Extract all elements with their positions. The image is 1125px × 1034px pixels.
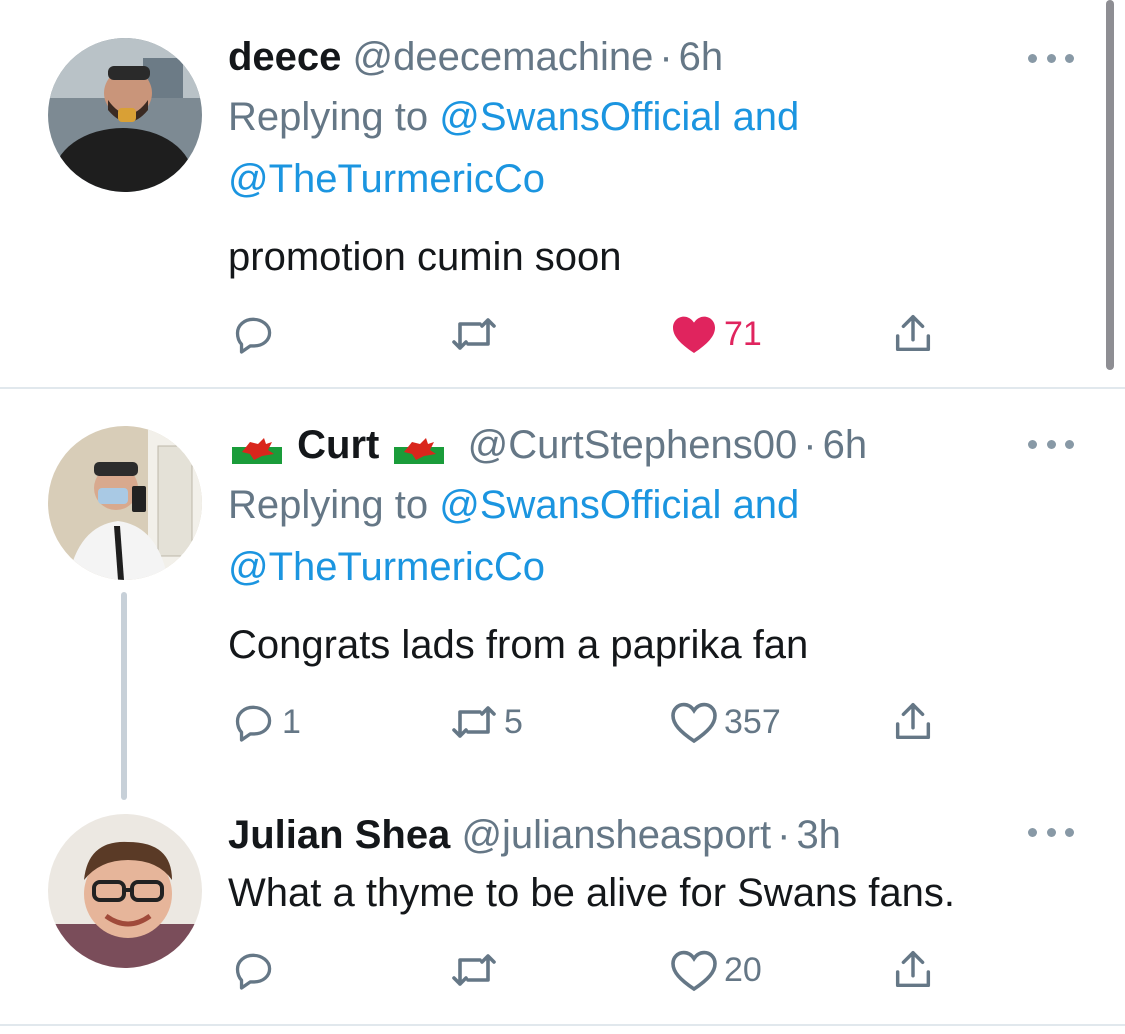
mention-theturmericco[interactable]: @TheTurmericCo xyxy=(228,157,545,201)
share-icon xyxy=(895,951,931,988)
reply-count: 1 xyxy=(282,702,301,741)
reply-icon xyxy=(235,317,272,354)
replying-and[interactable]: and xyxy=(733,483,800,527)
user-handle[interactable]: @CurtStephens00 xyxy=(468,423,798,467)
display-name[interactable]: Julian Shea xyxy=(228,813,450,857)
thread-line xyxy=(121,592,127,800)
like-count: 357 xyxy=(724,702,781,741)
reply-button[interactable] xyxy=(232,948,282,992)
tweet-text: promotion cumin soon xyxy=(228,235,622,279)
divider xyxy=(0,387,1125,389)
heart-icon xyxy=(671,702,717,744)
reply-icon xyxy=(235,953,272,990)
welsh-flag-icon xyxy=(232,430,282,465)
display-name[interactable]: deece xyxy=(228,35,341,79)
tweet-text: Congrats lads from a paprika fan xyxy=(228,623,809,667)
avatar[interactable] xyxy=(48,426,202,580)
retweet-button[interactable]: 5 xyxy=(450,702,523,742)
timestamp[interactable]: 3h xyxy=(796,813,841,857)
welsh-flag-icon xyxy=(394,430,445,465)
like-button[interactable]: 20 xyxy=(670,948,762,992)
more-icon[interactable] xyxy=(1028,822,1074,842)
share-button[interactable] xyxy=(890,698,936,746)
more-icon[interactable] xyxy=(1028,48,1074,68)
timestamp[interactable]: 6h xyxy=(679,35,724,79)
retweet-button[interactable] xyxy=(450,950,504,990)
like-count: 71 xyxy=(724,314,762,353)
replying-and[interactable]: and xyxy=(733,95,800,139)
replying-to: Replying to @SwansOfficial and @TheTurme… xyxy=(228,86,928,210)
tweet-curt[interactable]: Curt @CurtStephens00 · 6h Replying to @Swa… xyxy=(0,390,1125,800)
like-button[interactable]: 357 xyxy=(670,700,781,744)
share-icon xyxy=(895,703,931,740)
mention-swansofficial[interactable]: @SwansOfficial xyxy=(439,95,721,139)
retweet-button[interactable] xyxy=(450,314,504,354)
like-button[interactable]: 71 xyxy=(670,312,762,356)
timestamp[interactable]: 6h xyxy=(823,423,868,467)
replying-prefix: Replying to xyxy=(228,483,429,527)
share-icon xyxy=(895,315,931,352)
reply-button[interactable]: 1 xyxy=(232,700,301,744)
separator-dot: · xyxy=(659,35,673,79)
replying-prefix: Replying to xyxy=(228,95,429,139)
share-button[interactable] xyxy=(890,310,936,358)
user-handle[interactable]: @juliansheasport xyxy=(461,813,771,857)
mention-swansofficial[interactable]: @SwansOfficial xyxy=(439,483,721,527)
tweet-text: What a thyme to be alive for Swans fans. xyxy=(228,871,956,915)
divider xyxy=(0,1024,1125,1026)
retweet-icon xyxy=(452,954,496,986)
avatar[interactable] xyxy=(48,38,202,192)
separator-dot: · xyxy=(777,813,791,857)
heart-icon xyxy=(673,316,715,353)
retweet-icon xyxy=(452,318,496,350)
share-button[interactable] xyxy=(890,946,936,994)
reply-button[interactable] xyxy=(232,312,282,356)
tweet-julian-shea[interactable]: Julian Shea @juliansheasport · 3h What a t… xyxy=(0,800,1125,1024)
more-icon[interactable] xyxy=(1028,434,1074,454)
retweet-icon xyxy=(452,706,496,738)
like-count: 20 xyxy=(724,950,762,989)
tweet-header: deece @deecemachine · 6h xyxy=(228,34,723,80)
user-handle[interactable]: @deecemachine xyxy=(353,35,654,79)
avatar[interactable] xyxy=(48,814,202,968)
heart-icon xyxy=(671,950,717,992)
mention-theturmericco[interactable]: @TheTurmericCo xyxy=(228,545,545,589)
reply-icon xyxy=(235,705,272,742)
retweet-count: 5 xyxy=(504,702,523,741)
display-name[interactable]: Curt xyxy=(297,423,379,467)
tweet-header: Curt @CurtStephens00 · 6h xyxy=(228,422,867,468)
separator-dot: · xyxy=(803,423,817,467)
tweet-deece[interactable]: deece @deecemachine · 6h Replying to @Swan… xyxy=(0,0,1125,388)
tweet-header: Julian Shea @juliansheasport · 3h xyxy=(228,812,841,858)
replying-to: Replying to @SwansOfficial and @TheTurme… xyxy=(228,474,928,598)
